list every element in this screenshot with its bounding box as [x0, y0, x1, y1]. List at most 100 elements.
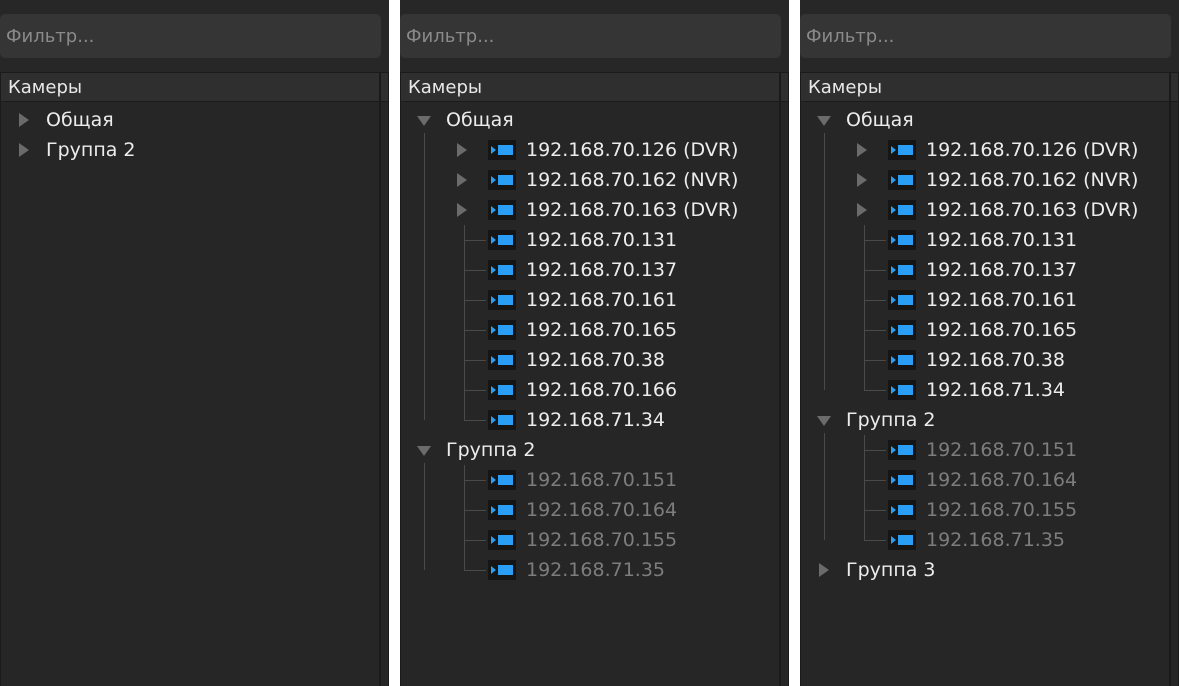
tree-connector — [464, 510, 486, 511]
panel-border — [779, 72, 781, 686]
triangle-down-icon[interactable] — [817, 416, 831, 426]
tree-connector — [864, 435, 865, 540]
filter-input[interactable] — [400, 14, 781, 58]
tree-camera[interactable]: 192.168.70.165 — [926, 315, 1077, 345]
tree-connector — [824, 433, 825, 540]
tree-device[interactable]: 192.168.70.162 (NVR) — [926, 165, 1138, 195]
triangle-right-icon[interactable] — [857, 143, 867, 157]
tree-connector — [464, 390, 486, 391]
camera-icon — [488, 560, 516, 580]
triangle-down-icon[interactable] — [417, 116, 431, 126]
camera-icon — [888, 260, 916, 280]
camera-icon — [488, 290, 516, 310]
tree-camera[interactable]: 192.168.70.131 — [926, 225, 1077, 255]
camera-icon — [888, 380, 916, 400]
camera-icon — [888, 470, 916, 490]
tree-connector — [864, 240, 886, 241]
camera-icon — [888, 530, 916, 550]
tree-camera-offline[interactable]: 192.168.70.151 — [926, 435, 1077, 465]
tree-connector — [464, 420, 486, 421]
tree-camera[interactable]: 192.168.70.165 — [526, 315, 677, 345]
tree-device[interactable]: 192.168.70.126 (DVR) — [526, 135, 738, 165]
camera-icon — [488, 410, 516, 430]
camera-tree-panel-3: КамерыОбщая192.168.70.126 (DVR)192.168.7… — [800, 0, 1179, 686]
tree-camera-offline[interactable]: 192.168.71.35 — [926, 525, 1065, 555]
tree-connector — [464, 465, 465, 570]
tree-group[interactable]: Группа 3 — [846, 555, 936, 585]
tree-camera-offline[interactable]: 192.168.71.35 — [526, 555, 665, 585]
tree-connector — [864, 360, 886, 361]
tree-group[interactable]: Группа 2 — [446, 435, 536, 465]
tree-group[interactable]: Общая — [846, 105, 914, 135]
tree-connector — [464, 300, 486, 301]
triangle-down-icon[interactable] — [817, 116, 831, 126]
tree-camera[interactable]: 192.168.70.131 — [526, 225, 677, 255]
tree-header[interactable]: Камеры — [800, 72, 1179, 102]
tree-group[interactable]: Общая — [46, 105, 114, 135]
tree-camera[interactable]: 192.168.71.34 — [926, 375, 1065, 405]
tree-camera[interactable]: 192.168.70.137 — [526, 255, 677, 285]
camera-icon — [888, 500, 916, 520]
tree-connector — [864, 390, 886, 391]
tree-camera-offline[interactable]: 192.168.70.164 — [526, 495, 677, 525]
tree-camera-offline[interactable]: 192.168.70.155 — [526, 525, 677, 555]
triangle-right-icon[interactable] — [457, 143, 467, 157]
camera-icon — [488, 320, 516, 340]
tree-connector — [424, 463, 425, 570]
camera-tree-panel-2: КамерыОбщая192.168.70.126 (DVR)192.168.7… — [400, 0, 789, 686]
filter-input[interactable] — [0, 14, 381, 58]
camera-icon — [888, 230, 916, 250]
tree-camera[interactable]: 192.168.70.137 — [926, 255, 1077, 285]
tree-group[interactable]: Общая — [446, 105, 514, 135]
tree-camera-offline[interactable]: 192.168.70.151 — [526, 465, 677, 495]
tree-connector — [864, 300, 886, 301]
camera-icon — [488, 500, 516, 520]
tree-camera-offline[interactable]: 192.168.70.155 — [926, 495, 1077, 525]
triangle-right-icon[interactable] — [457, 173, 467, 187]
camera-icon — [488, 140, 516, 160]
tree-header[interactable]: Камеры — [0, 72, 389, 102]
tree-camera[interactable]: 192.168.70.166 — [526, 375, 677, 405]
tree-connector — [824, 133, 825, 390]
filter-box[interactable] — [400, 14, 781, 58]
tree-group[interactable]: Группа 2 — [846, 405, 936, 435]
tree-camera[interactable]: 192.168.70.161 — [926, 285, 1077, 315]
tree-device[interactable]: 192.168.70.162 (NVR) — [526, 165, 738, 195]
tree-device[interactable]: 192.168.70.126 (DVR) — [926, 135, 1138, 165]
camera-icon — [888, 290, 916, 310]
filter-input[interactable] — [800, 14, 1171, 58]
triangle-down-icon[interactable] — [417, 446, 431, 456]
triangle-right-icon[interactable] — [19, 143, 29, 157]
triangle-right-icon[interactable] — [819, 563, 829, 577]
tree-camera[interactable]: 192.168.71.34 — [526, 405, 665, 435]
camera-icon — [488, 470, 516, 490]
camera-icon — [488, 260, 516, 280]
panel-border — [379, 72, 381, 686]
tree-connector — [864, 480, 886, 481]
tree-camera-offline[interactable]: 192.168.70.164 — [926, 465, 1077, 495]
tree-device[interactable]: 192.168.70.163 (DVR) — [526, 195, 738, 225]
triangle-right-icon[interactable] — [457, 203, 467, 217]
panel-border — [1169, 72, 1171, 686]
tree-camera[interactable]: 192.168.70.161 — [526, 285, 677, 315]
triangle-right-icon[interactable] — [857, 203, 867, 217]
tree-connector — [864, 450, 886, 451]
tree-device[interactable]: 192.168.70.163 (DVR) — [926, 195, 1138, 225]
camera-icon — [888, 140, 916, 160]
filter-box[interactable] — [800, 14, 1171, 58]
camera-icon — [488, 200, 516, 220]
tree-header[interactable]: Камеры — [400, 72, 789, 102]
camera-icon — [888, 440, 916, 460]
tree-connector — [864, 330, 886, 331]
camera-icon — [488, 170, 516, 190]
tree-group[interactable]: Группа 2 — [46, 135, 136, 165]
tree-camera[interactable]: 192.168.70.38 — [926, 345, 1065, 375]
filter-box[interactable] — [0, 14, 381, 58]
triangle-right-icon[interactable] — [857, 173, 867, 187]
tree-connector — [864, 270, 886, 271]
tree-connector — [464, 540, 486, 541]
triangle-right-icon[interactable] — [19, 113, 29, 127]
tree-connector — [464, 360, 486, 361]
tree-camera[interactable]: 192.168.70.38 — [526, 345, 665, 375]
camera-icon — [888, 350, 916, 370]
